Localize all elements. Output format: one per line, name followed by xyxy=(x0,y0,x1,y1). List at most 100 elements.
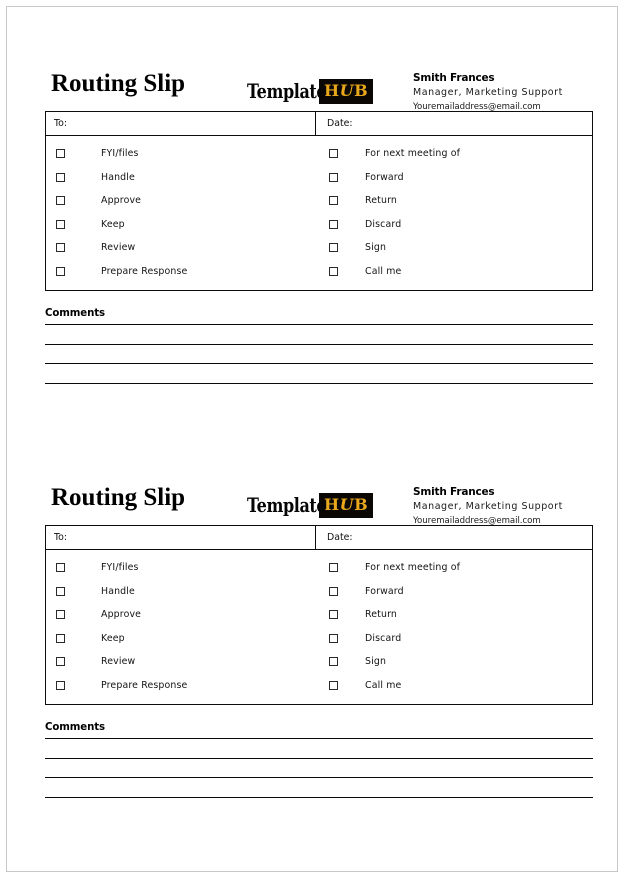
table-header-row: To: Date: xyxy=(46,112,592,136)
checkbox-icon[interactable] xyxy=(329,196,338,206)
slip-header: Routing Slip Template HUB Smith Frances … xyxy=(45,53,585,112)
brand-badge: HUB xyxy=(318,492,374,518)
checkbox-label: Approve xyxy=(101,195,142,207)
checkbox-label: Discard xyxy=(365,218,402,230)
checkbox-icon[interactable] xyxy=(329,586,338,596)
date-label: Date: xyxy=(327,532,353,543)
checkbox-label: Approve xyxy=(101,609,142,621)
checkbox-row[interactable]: Handle xyxy=(46,166,316,190)
checkbox-row[interactable]: Handle xyxy=(46,580,316,604)
checkbox-icon[interactable] xyxy=(56,563,65,573)
date-field[interactable]: Date: xyxy=(316,112,592,135)
checkbox-label: Handle xyxy=(101,171,135,183)
checkbox-label: Call me xyxy=(365,265,402,277)
to-label: To: xyxy=(54,118,68,129)
checkbox-icon[interactable] xyxy=(56,680,65,690)
checkbox-row[interactable]: Keep xyxy=(46,627,316,651)
brand-badge-prefix: H xyxy=(323,80,340,100)
to-field[interactable]: To: xyxy=(46,526,316,549)
slip-header: Routing Slip Template HUB Smith Frances … xyxy=(45,467,585,526)
checkbox-icon[interactable] xyxy=(56,610,65,620)
checkbox-label: For next meeting of xyxy=(365,562,461,574)
checkbox-row[interactable]: Forward xyxy=(316,580,592,604)
routing-table: To: Date: FYI/files Handle Approve Keep … xyxy=(45,525,593,705)
checkbox-row[interactable]: FYI/files xyxy=(46,556,316,580)
comment-line[interactable] xyxy=(45,757,593,759)
checkbox-label: Review xyxy=(101,242,136,254)
checkbox-icon[interactable] xyxy=(56,243,65,253)
brand-badge-suffix: B xyxy=(354,80,369,100)
comments-section: Comments xyxy=(45,722,593,798)
checkbox-icon[interactable] xyxy=(329,172,338,182)
checkbox-label: Discard xyxy=(365,632,402,644)
checkbox-row[interactable]: Review xyxy=(46,236,316,260)
checkbox-label: Keep xyxy=(101,218,125,230)
checkbox-row[interactable]: For next meeting of xyxy=(316,556,592,580)
checkbox-label: Sign xyxy=(365,656,387,668)
contact-name: Smith Frances xyxy=(413,486,495,498)
checkbox-row[interactable]: Approve xyxy=(46,603,316,627)
document-page: Routing Slip Template HUB Smith Frances … xyxy=(6,6,618,872)
checkbox-row[interactable]: Forward xyxy=(316,166,592,190)
checkbox-label: Call me xyxy=(365,679,402,691)
options-column-left: FYI/files Handle Approve Keep Review Pre… xyxy=(46,142,316,283)
comment-line[interactable] xyxy=(45,796,593,798)
checkbox-icon[interactable] xyxy=(56,586,65,596)
checkbox-row[interactable]: Sign xyxy=(316,236,592,260)
checkbox-icon[interactable] xyxy=(56,196,65,206)
checkbox-icon[interactable] xyxy=(329,243,338,253)
checkbox-label: Prepare Response xyxy=(101,265,188,277)
checkbox-icon[interactable] xyxy=(329,680,338,690)
comment-line[interactable] xyxy=(45,363,593,364)
checkbox-icon[interactable] xyxy=(329,266,338,276)
checkbox-row[interactable]: Approve xyxy=(46,189,316,213)
options-column-right: For next meeting of Forward Return Disca… xyxy=(316,556,592,697)
checkbox-icon[interactable] xyxy=(56,266,65,276)
checkbox-icon[interactable] xyxy=(329,610,338,620)
comment-line[interactable] xyxy=(45,777,593,778)
table-header-row: To: Date: xyxy=(46,526,592,550)
comment-line[interactable] xyxy=(45,343,593,345)
checkbox-row[interactable]: Return xyxy=(316,603,592,627)
comment-line[interactable] xyxy=(45,324,593,325)
checkbox-row[interactable]: Discard xyxy=(316,627,592,651)
options-column-left: FYI/files Handle Approve Keep Review Pre… xyxy=(46,556,316,697)
checkbox-row[interactable]: For next meeting of xyxy=(316,142,592,166)
checkbox-icon[interactable] xyxy=(56,657,65,667)
to-label: To: xyxy=(54,532,68,543)
checkbox-icon[interactable] xyxy=(56,149,65,159)
routing-table: To: Date: FYI/files Handle Approve Keep … xyxy=(45,111,593,291)
brand-badge-italic: U xyxy=(339,80,355,100)
checkbox-row[interactable]: Call me xyxy=(316,674,592,698)
checkbox-icon[interactable] xyxy=(329,149,338,159)
checkbox-row[interactable]: Discard xyxy=(316,213,592,237)
checkbox-row[interactable]: Sign xyxy=(316,650,592,674)
comment-line[interactable] xyxy=(45,382,593,384)
checkbox-icon[interactable] xyxy=(329,563,338,573)
checkbox-row[interactable]: Keep xyxy=(46,213,316,237)
checkbox-row[interactable]: Prepare Response xyxy=(46,260,316,284)
comment-line[interactable] xyxy=(45,738,593,739)
checkbox-label: Return xyxy=(365,195,398,207)
brand-badge-suffix: B xyxy=(354,494,369,514)
checkbox-row[interactable]: FYI/files xyxy=(46,142,316,166)
table-body: FYI/files Handle Approve Keep Review Pre… xyxy=(46,550,592,704)
checkbox-icon[interactable] xyxy=(56,172,65,182)
date-field[interactable]: Date: xyxy=(316,526,592,549)
checkbox-icon[interactable] xyxy=(56,633,65,643)
checkbox-icon[interactable] xyxy=(56,219,65,229)
checkbox-row[interactable]: Return xyxy=(316,189,592,213)
checkbox-row[interactable]: Prepare Response xyxy=(46,674,316,698)
checkbox-row[interactable]: Review xyxy=(46,650,316,674)
checkbox-icon[interactable] xyxy=(329,657,338,667)
contact-block: Smith Frances Manager, Marketing Support… xyxy=(413,485,617,528)
checkbox-label: Sign xyxy=(365,242,387,254)
template-hub-logo: Template HUB xyxy=(247,492,374,518)
checkbox-row[interactable]: Call me xyxy=(316,260,592,284)
checkbox-icon[interactable] xyxy=(329,633,338,643)
to-field[interactable]: To: xyxy=(46,112,316,135)
checkbox-label: For next meeting of xyxy=(365,148,461,160)
date-label: Date: xyxy=(327,118,353,129)
checkbox-icon[interactable] xyxy=(329,219,338,229)
contact-role: Manager, Marketing Support xyxy=(413,501,563,512)
